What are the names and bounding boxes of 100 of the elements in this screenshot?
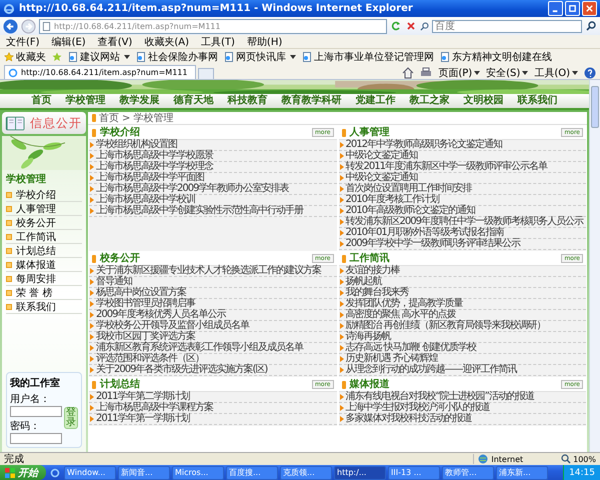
news-link[interactable]: 2011学年第二学期计划: [96, 392, 190, 402]
news-link[interactable]: 友谊的接力棒: [346, 266, 400, 276]
news-link[interactable]: 学校图书管理员招聘启事: [96, 299, 195, 309]
news-link[interactable]: 关于浦东新区援疆专业技术人才轮换选派工作的建议方案: [96, 266, 321, 276]
taskbar-button[interactable]: 新闻音...: [118, 466, 170, 480]
taskbar-button[interactable]: Window...: [64, 466, 116, 480]
menu-item[interactable]: 编辑(E): [52, 34, 86, 48]
scrollbar-thumb[interactable]: [591, 86, 599, 128]
forward-button[interactable]: [21, 18, 36, 34]
news-link[interactable]: 评选范围和评选条件（区）: [96, 354, 204, 364]
taskbar-button[interactable]: Micros...: [172, 466, 224, 480]
news-link[interactable]: 转发浦东新区2009年度聘任中学一级教师考核职务人员公示: [346, 217, 583, 227]
news-link[interactable]: 关于2009年各类市级先进评选实施方案(区): [96, 365, 268, 375]
nav-link[interactable]: 学校管理: [66, 95, 106, 107]
news-link[interactable]: 2010年高级教师论文鉴定的通知: [346, 206, 475, 216]
news-link[interactable]: 中级论文鉴定通知: [346, 173, 418, 183]
help-icon[interactable]: [584, 66, 596, 78]
minimize-button[interactable]: [548, 1, 563, 16]
menu-item[interactable]: 文件(F): [6, 34, 40, 48]
nav-link[interactable]: 教育教学科研: [282, 95, 342, 107]
news-link[interactable]: 杨思高中岗位设置方案: [96, 288, 186, 298]
news-link[interactable]: 上海市杨思高级中学学校理念: [96, 162, 213, 172]
command-menu[interactable]: 页面(P): [438, 66, 480, 80]
menu-item[interactable]: 工具(T): [201, 34, 235, 48]
news-link[interactable]: 我的舞台我来秀: [346, 288, 408, 298]
taskbar-button[interactable]: 教师管...: [442, 466, 494, 480]
menu-item[interactable]: 收藏夹(A): [144, 34, 189, 48]
news-link[interactable]: 2010年01月职称外语等级考试报名指南: [346, 228, 504, 238]
sidebar-item[interactable]: 工作简讯: [6, 230, 82, 244]
news-link[interactable]: 2009年度考核优秀人员名单公示: [96, 310, 226, 320]
sidebar-item[interactable]: 荣 誉 榜: [6, 286, 82, 300]
favorite-link[interactable]: 社会保险办事网: [136, 50, 218, 64]
news-link[interactable]: 浦东新区教育系统评选表彰工作领导小组及成员名单: [96, 343, 303, 353]
taskbar-button[interactable]: III-13 ...: [388, 466, 440, 480]
sidebar-item[interactable]: 人事管理: [6, 202, 82, 216]
search-icon[interactable]: [585, 20, 597, 32]
news-link[interactable]: 学校校务公开领导及监督小组成员名单: [96, 321, 249, 331]
sidebar-item[interactable]: 联系我们: [6, 300, 82, 314]
news-link[interactable]: 发挥团队优势，提高教学质量: [346, 299, 462, 309]
favorite-link[interactable]: 上海市事业单位登记管理网: [302, 50, 434, 64]
sidebar-item[interactable]: 每周安排: [6, 272, 82, 286]
news-link[interactable]: 首次岗位设置聘用工作时间安排: [346, 184, 472, 194]
news-link[interactable]: 督导通知: [96, 277, 132, 287]
menu-item[interactable]: 查看(V): [98, 34, 132, 48]
menu-item[interactable]: 帮助(H): [246, 34, 282, 48]
command-menu[interactable]: 安全(S): [486, 66, 528, 80]
favorite-link[interactable]: 网页快讯库: [224, 50, 296, 64]
news-link[interactable]: 转发2011年度浦东新区中学一级教师评审公示名单: [346, 162, 547, 172]
news-link[interactable]: 中级论文鉴定通知: [346, 151, 418, 161]
news-link[interactable]: 多家媒体对我校科技活动的报道: [346, 414, 472, 424]
news-link[interactable]: 上海市杨思高级中学平面图: [96, 173, 204, 183]
news-link[interactable]: 上海中学生报对我校沪河小队的报道: [346, 403, 490, 413]
taskbar-button[interactable]: http:/...: [334, 466, 386, 480]
news-link[interactable]: 2012年中学教师高级职务论文鉴定通知: [346, 140, 502, 150]
taskbar-button[interactable]: 浦东新...: [496, 466, 548, 480]
news-link[interactable]: 上海市杨思高级中学2009学年教师办公室安排表: [96, 184, 288, 194]
favorites-button[interactable]: 收藏夹: [4, 50, 46, 64]
nav-link[interactable]: 首页: [32, 95, 52, 107]
stop-icon[interactable]: [405, 20, 417, 32]
news-link[interactable]: 扬帆起航: [346, 277, 382, 287]
news-link[interactable]: 从理念到行动的成功跨越——迎评工作简讯: [346, 365, 516, 375]
taskbar-button[interactable]: 克质领...: [280, 466, 332, 480]
news-link[interactable]: 上海市杨思高级中学校训: [96, 195, 195, 205]
news-link[interactable]: 2009年学校中学一级教师职务评审结果公示: [346, 239, 520, 249]
password-field[interactable]: [10, 433, 62, 444]
breadcrumb-link[interactable]: 学校管理: [133, 112, 174, 124]
news-link[interactable]: 上海市杨思高级中学创建实验性示范性高中行动手册: [96, 206, 303, 216]
news-link[interactable]: 我校市区园丁奖评选方案: [96, 332, 195, 342]
close-button[interactable]: [582, 1, 597, 16]
sidebar-item[interactable]: 计划总结: [6, 244, 82, 258]
browser-tab[interactable]: http://10.68.64.211/item.asp?num=M111: [4, 65, 196, 79]
breadcrumb-link[interactable]: 首页: [99, 112, 119, 124]
favorite-link[interactable]: 东方精神文明创建在线: [440, 50, 552, 64]
news-link[interactable]: 高密度的聚焦 高水平的点拨: [346, 310, 456, 320]
news-link[interactable]: 志存高远 快马加鞭 创建优质学校: [346, 343, 476, 353]
address-field[interactable]: http://10.68.64.211/item.asp?num=M111: [39, 18, 387, 34]
nav-link[interactable]: 教学发展: [120, 95, 160, 107]
news-link[interactable]: 诗海再扬帆: [346, 332, 390, 342]
sidebar-item[interactable]: 媒体报道: [6, 258, 82, 272]
nav-link[interactable]: 党建工作: [356, 95, 396, 107]
nav-link[interactable]: 德育天地: [174, 95, 214, 107]
username-field[interactable]: [10, 406, 62, 417]
refresh-icon[interactable]: [390, 20, 402, 32]
news-link[interactable]: 励精图治 再创佳绩（新区教育局领导来我校调研）: [346, 321, 546, 331]
nav-link[interactable]: 教工之家: [410, 95, 450, 107]
news-link[interactable]: 上海市杨思高级中学学校愿景: [96, 151, 213, 161]
login-button[interactable]: 登录: [64, 407, 78, 429]
news-link[interactable]: 学校组织机构设置图: [96, 140, 177, 150]
news-link[interactable]: 历史新机遇 齐心铸辉煌: [346, 354, 438, 364]
nav-link[interactable]: 科技教育: [228, 95, 268, 107]
favorite-link[interactable]: 建议网站: [68, 50, 130, 64]
news-link[interactable]: 2010年度考核工作计划: [346, 195, 439, 205]
news-link[interactable]: 2011学年第一学期计划: [96, 414, 190, 424]
command-menu[interactable]: 工具(O): [534, 66, 578, 80]
back-button[interactable]: [3, 18, 18, 34]
maximize-button[interactable]: [565, 1, 580, 16]
printer-icon[interactable]: [420, 66, 432, 78]
news-link[interactable]: 上海市杨思高级中学课程方案: [96, 403, 213, 413]
nav-link[interactable]: 联系我们: [518, 95, 558, 107]
browser-icon[interactable]: [50, 468, 60, 478]
